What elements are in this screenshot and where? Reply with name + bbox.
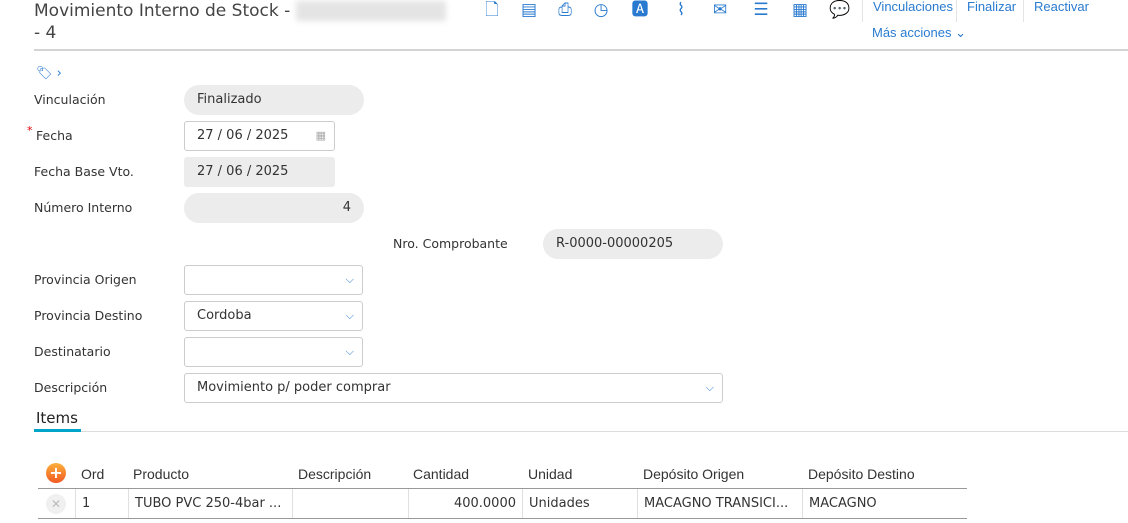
- chevron-down-icon: ⌵: [705, 381, 714, 394]
- fecha-label: Fecha: [36, 128, 73, 143]
- text-icon[interactable]: 🅰: [629, 0, 651, 20]
- print-icon[interactable]: ⎙: [554, 0, 576, 20]
- more-actions-button[interactable]: Más acciones ⌄: [862, 26, 976, 48]
- divider: [34, 49, 1128, 51]
- email-icon[interactable]: ✉: [709, 0, 731, 20]
- comprobante-field: R-0000-00000205: [543, 229, 723, 259]
- redacted-name: [295, 1, 446, 21]
- col-deposito-origen: Depósito Origen: [643, 466, 745, 482]
- calendar-icon[interactable]: ▦: [316, 122, 326, 150]
- tag-icon[interactable]: 🏷 ›: [36, 66, 62, 81]
- chevron-down-icon: ⌵: [345, 273, 354, 286]
- col-descripcion: Descripción: [298, 466, 372, 482]
- page-title: Movimiento Interno de Stock - - 4: [34, 0, 454, 44]
- destinatario-label: Destinatario: [34, 344, 111, 359]
- prov-destino-select[interactable]: Cordoba ⌵: [184, 301, 363, 331]
- destinatario-select[interactable]: ⌵: [184, 337, 363, 367]
- cell-deposito-destino[interactable]: MACAGNO: [802, 489, 967, 518]
- fecha-input[interactable]: 27 / 06 / 2025 ▦: [184, 121, 335, 151]
- add-row-icon[interactable]: +: [46, 463, 66, 483]
- chevron-down-icon: ⌵: [345, 309, 354, 322]
- descripcion-label: Descripción: [34, 380, 108, 395]
- cell-producto[interactable]: TUBO PVC 250-4bar ...: [128, 489, 292, 518]
- cell-unidad[interactable]: Unidades: [522, 489, 637, 518]
- cell-descripcion[interactable]: [292, 489, 408, 518]
- vinculacion-field: Finalizado: [184, 85, 364, 115]
- numero-label: Número Interno: [34, 200, 133, 215]
- col-cantidad: Cantidad: [413, 466, 470, 482]
- vinculaciones-button[interactable]: Vinculaciones: [862, 0, 963, 22]
- tab-divider: [81, 431, 1128, 432]
- fecha-base-label: Fecha Base Vto.: [34, 164, 134, 179]
- cell-cantidad[interactable]: 400.0000: [408, 489, 522, 518]
- finalizar-button[interactable]: Finalizar: [956, 0, 1026, 22]
- required-marker: *: [27, 124, 33, 137]
- comprobante-label: Nro. Comprobante: [393, 236, 508, 251]
- attach-icon[interactable]: ⌇: [670, 0, 692, 20]
- cell-deposito-origen[interactable]: MACAGNO TRANSICI...: [637, 489, 802, 518]
- numero-field: 4: [184, 193, 364, 223]
- prov-origen-label: Provincia Origen: [34, 272, 137, 287]
- table-row-line: [38, 518, 967, 519]
- tab-items[interactable]: Items: [36, 409, 78, 427]
- chevron-down-icon: ⌵: [345, 345, 354, 358]
- chevron-down-icon: ⌄: [955, 25, 967, 40]
- list-icon[interactable]: ☰: [750, 0, 772, 20]
- col-unidad: Unidad: [528, 466, 573, 482]
- cell-ord[interactable]: 1: [75, 489, 128, 518]
- reactivar-button[interactable]: Reactivar: [1023, 0, 1099, 22]
- col-ord: Ord: [81, 466, 105, 482]
- notes-icon[interactable]: ▦: [789, 0, 811, 20]
- col-producto: Producto: [133, 466, 190, 482]
- fecha-base-field: 27 / 06 / 2025: [184, 157, 335, 187]
- save-icon[interactable]: ▤: [518, 0, 540, 20]
- comment-icon[interactable]: 💬: [829, 0, 851, 20]
- new-document-icon[interactable]: 🗋: [481, 0, 503, 20]
- prov-origen-select[interactable]: ⌵: [184, 265, 363, 295]
- col-deposito-destino: Depósito Destino: [808, 466, 915, 482]
- prov-destino-label: Provincia Destino: [34, 308, 143, 323]
- descripcion-select[interactable]: Movimiento p/ poder comprar ⌵: [184, 373, 723, 403]
- history-icon[interactable]: ◷: [590, 0, 612, 20]
- delete-row-icon[interactable]: ✕: [46, 494, 66, 514]
- active-tab-indicator: [34, 429, 81, 432]
- vinculacion-label: Vinculación: [34, 92, 106, 107]
